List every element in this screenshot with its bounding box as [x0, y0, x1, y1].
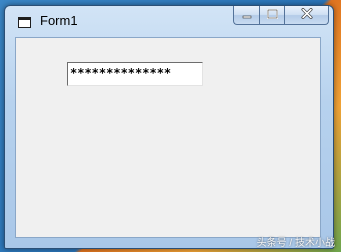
minimize-button[interactable]: [233, 6, 259, 25]
window-title: Form1: [40, 13, 78, 28]
maximize-button[interactable]: [259, 6, 285, 25]
form-window-icon: [18, 15, 31, 28]
maximize-icon: [266, 6, 278, 24]
form-client-area: **************: [15, 37, 321, 238]
minimize-icon: [242, 6, 252, 24]
close-icon: [301, 6, 313, 24]
form-window: Form1 **************: [4, 5, 334, 249]
close-button[interactable]: [285, 6, 329, 25]
window-controls: [233, 6, 329, 26]
password-field[interactable]: **************: [67, 62, 203, 86]
watermark-text: 头条号 / 技术小战: [256, 238, 335, 249]
